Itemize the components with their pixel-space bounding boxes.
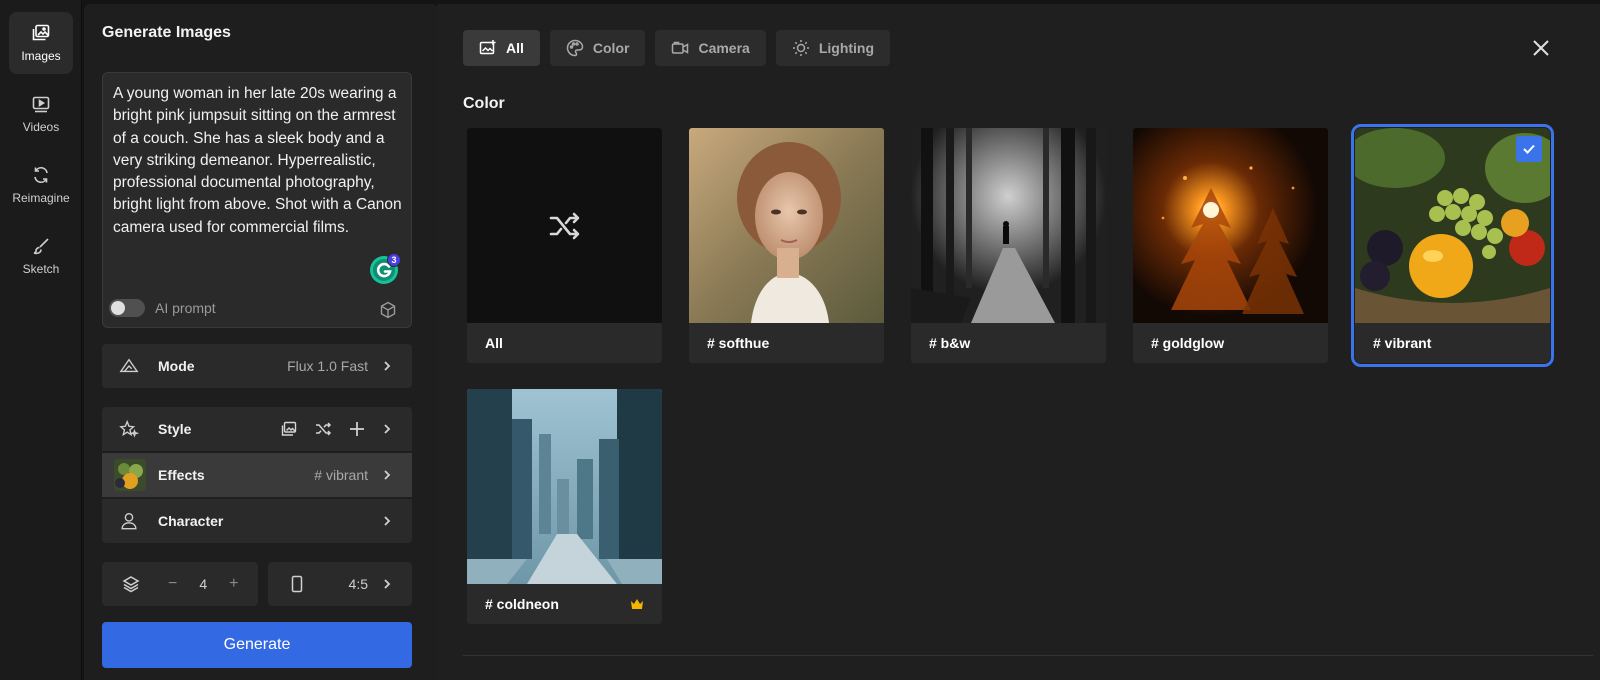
rail-item-reimagine[interactable]: Reimagine (9, 154, 73, 216)
chevron-right-icon (384, 579, 391, 589)
style-label: Style (158, 421, 192, 437)
tab-color[interactable]: Color (549, 30, 646, 66)
card-thumbnail-portrait (689, 128, 884, 323)
chevron-right-icon (384, 361, 391, 371)
close-icon[interactable] (1531, 38, 1551, 58)
rail-item-label: Videos (22, 120, 60, 134)
grammarly-badge: 3 (391, 255, 396, 265)
card-thumbnail-forest (911, 128, 1106, 323)
rail-item-label: Images (21, 49, 61, 63)
image-plus-icon (479, 40, 496, 55)
prompt-text[interactable]: A young woman in her late 20s wearing a … (113, 83, 405, 239)
mode-value: Flux 1.0 Fast (287, 358, 368, 374)
generate-panel: Generate Images A young woman in her lat… (84, 4, 438, 680)
chevron-right-icon (384, 516, 391, 526)
shuffle-icon[interactable] (314, 420, 332, 438)
image-count-stepper: − 4 + (102, 562, 258, 606)
character-label: Character (158, 513, 224, 529)
card-thumbnail (467, 128, 662, 323)
ratio-value: 4:5 (348, 576, 368, 592)
card-label: # goldglow (1151, 335, 1225, 351)
card-label: # vibrant (1373, 335, 1432, 351)
crown-icon (631, 599, 643, 609)
images-icon (32, 24, 50, 41)
effects-thumbnail (114, 459, 146, 491)
mode-label: Mode (158, 358, 195, 374)
count-decrement-button[interactable]: − (168, 575, 177, 593)
left-rail: Images Videos Reimagine Sketch (0, 0, 82, 680)
phone-portrait-icon (291, 575, 303, 593)
refresh-icon (34, 166, 48, 184)
effect-card-all[interactable]: All (467, 128, 662, 363)
ai-prompt-row: AI prompt (109, 299, 216, 317)
effect-card-bw[interactable]: # b&w (911, 128, 1106, 363)
tab-label: Lighting (818, 40, 875, 56)
tab-label: All (506, 40, 524, 56)
rail-item-images[interactable]: Images (9, 12, 73, 74)
person-icon (118, 510, 140, 532)
card-thumbnail-glow (1133, 128, 1328, 323)
effects-label: Effects (158, 467, 205, 483)
rail-item-sketch[interactable]: Sketch (9, 225, 73, 287)
sparkle-star-icon (118, 418, 140, 440)
effect-card-vibrant[interactable]: # vibrant (1351, 124, 1554, 367)
category-tabs: All Color Camera Lighting (463, 30, 891, 66)
tab-label: Camera (698, 40, 750, 56)
count-value: 4 (199, 576, 208, 592)
effect-card-softhue[interactable]: # softhue (689, 128, 884, 363)
card-label: # softhue (707, 335, 770, 351)
tab-lighting[interactable]: Lighting (775, 30, 891, 66)
grammarly-icon[interactable]: 3 (369, 253, 401, 285)
divider (463, 655, 1593, 656)
card-label: All (485, 335, 503, 351)
tab-camera[interactable]: Camera (655, 30, 766, 66)
count-increment-button[interactable]: + (229, 575, 238, 593)
shuffle-icon (549, 212, 579, 239)
rail-item-label: Sketch (22, 262, 60, 276)
generate-button[interactable]: Generate (102, 622, 412, 668)
rail-item-videos[interactable]: Videos (9, 83, 73, 145)
ai-prompt-toggle[interactable] (109, 299, 145, 317)
card-thumbnail-fruit (1355, 128, 1550, 323)
effects-row[interactable]: Effects # vibrant (102, 453, 412, 497)
ai-prompt-label: AI prompt (155, 300, 216, 316)
cube-icon[interactable] (379, 301, 397, 319)
effects-value: # vibrant (314, 467, 368, 483)
rail-item-label: Reimagine (12, 191, 70, 205)
prompt-textarea[interactable]: A young woman in her late 20s wearing a … (102, 72, 412, 328)
panel-title: Generate Images (102, 24, 231, 41)
camera-icon (672, 41, 689, 54)
card-label: # coldneon (485, 596, 559, 612)
palette-icon (566, 39, 584, 57)
card-thumbnail-city (467, 389, 662, 584)
mode-row[interactable]: Mode Flux 1.0 Fast (102, 344, 412, 388)
plus-icon[interactable] (348, 420, 366, 438)
card-label: # b&w (929, 335, 971, 351)
tab-all[interactable]: All (463, 30, 540, 66)
chevron-right-icon (384, 424, 391, 434)
character-row[interactable]: Character (102, 499, 412, 543)
brush-icon (33, 238, 49, 255)
chevron-right-icon (384, 470, 391, 480)
section-title: Color (463, 95, 505, 112)
selected-check-icon (1516, 136, 1542, 162)
effects-browser: All Color Camera Lighting Color All # so… (437, 4, 1600, 680)
tab-label: Color (592, 40, 630, 56)
mode-icon (118, 355, 140, 377)
sun-icon (792, 40, 809, 56)
effect-card-coldneon[interactable]: # coldneon (467, 389, 662, 624)
aspect-ratio-select[interactable]: 4:5 (268, 562, 412, 606)
layers-icon (122, 576, 140, 593)
style-images-icon[interactable] (280, 420, 298, 438)
effect-card-goldglow[interactable]: # goldglow (1133, 128, 1328, 363)
video-icon (32, 96, 50, 113)
style-row[interactable]: Style (102, 407, 412, 451)
